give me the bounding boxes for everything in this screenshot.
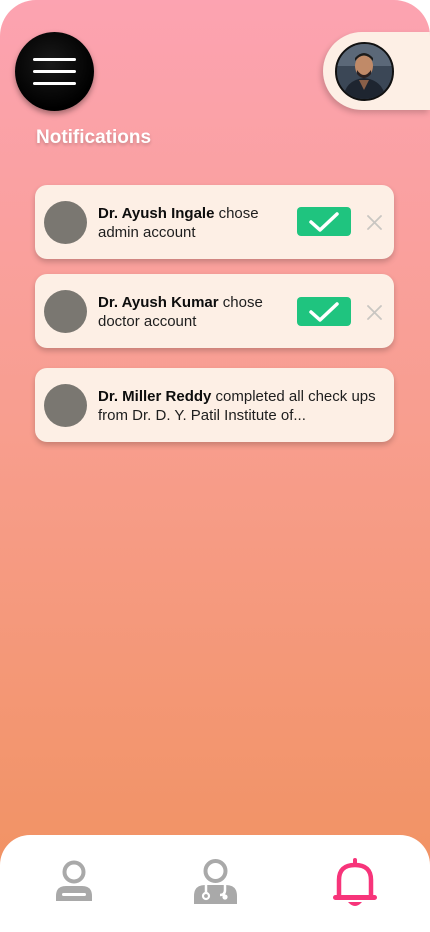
close-icon — [367, 215, 382, 230]
page-title: Notifications — [36, 127, 152, 148]
hamburger-menu-button[interactable] — [15, 32, 94, 111]
avatar — [44, 201, 87, 244]
avatar[interactable] — [335, 42, 394, 101]
notifications-screen: Notifications Dr. Ayush Ingale chose adm… — [0, 0, 430, 932]
notification-sender: Dr. Miller Reddy — [98, 388, 212, 405]
avatar — [44, 384, 87, 427]
nav-notifications[interactable] — [331, 857, 379, 916]
notification-card[interactable]: Dr. Ayush Kumar chose doctor account — [35, 274, 394, 348]
reject-button[interactable] — [365, 213, 384, 232]
notification-sender: Dr. Ayush Kumar — [98, 294, 219, 311]
bell-icon — [333, 858, 377, 906]
user-profile-photo — [337, 44, 392, 99]
menu-line — [33, 82, 76, 85]
menu-line — [33, 58, 76, 61]
notification-text: Dr. Ayush Kumar chose doctor account — [98, 293, 288, 331]
reject-button[interactable] — [365, 303, 384, 322]
profile-pill[interactable] — [323, 32, 430, 110]
notification-text: Dr. Ayush Ingale chose admin account — [98, 204, 288, 242]
nav-doctors[interactable] — [192, 859, 239, 910]
bottom-nav — [0, 835, 430, 932]
doctor-icon — [194, 859, 237, 904]
person-icon — [56, 860, 92, 901]
notification-text: Dr. Miller Reddy completed all check ups… — [98, 387, 380, 425]
check-icon — [309, 301, 339, 322]
menu-line — [33, 70, 76, 73]
accept-button[interactable] — [297, 207, 351, 236]
notification-sender: Dr. Ayush Ingale — [98, 205, 215, 222]
accept-button[interactable] — [297, 297, 351, 326]
notification-card[interactable]: Dr. Ayush Ingale chose admin account — [35, 185, 394, 259]
check-icon — [309, 211, 339, 232]
notification-card[interactable]: Dr. Miller Reddy completed all check ups… — [35, 368, 394, 442]
avatar — [44, 290, 87, 333]
close-icon — [367, 305, 382, 320]
nav-profile[interactable] — [53, 859, 95, 908]
